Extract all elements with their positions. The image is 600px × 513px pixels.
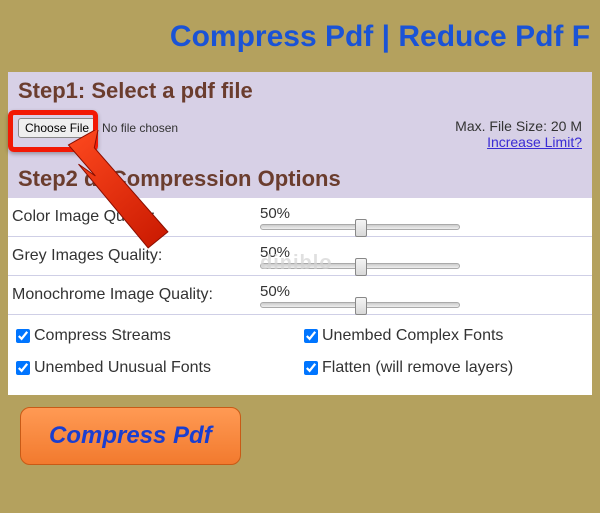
unembed-unusual-fonts-checkbox[interactable]: Unembed Unusual Fonts [16, 359, 296, 377]
checkbox-input[interactable] [304, 361, 318, 375]
checkbox-input[interactable] [304, 329, 318, 343]
slider-value: 50% [260, 283, 582, 300]
unembed-complex-fonts-checkbox[interactable]: Unembed Complex Fonts [304, 327, 584, 345]
checkbox-label: Compress Streams [34, 327, 171, 345]
flatten-checkbox[interactable]: Flatten (will remove layers) [304, 359, 584, 377]
color-quality-slider[interactable] [260, 224, 460, 230]
checkbox-input[interactable] [16, 361, 30, 375]
compress-streams-checkbox[interactable]: Compress Streams [16, 327, 296, 345]
checkbox-label: Unembed Unusual Fonts [34, 359, 211, 377]
slider-row: Color Image Qua ty: 50% [8, 198, 592, 237]
page-title: Compress Pdf | Reduce Pdf F [0, 0, 600, 72]
checkbox-label: Flatten (will remove layers) [322, 359, 513, 377]
grey-quality-slider[interactable] [260, 263, 460, 269]
step2-header: Step2 df Compression Options [8, 160, 592, 198]
slider-value: 50% [260, 244, 582, 261]
slider-row: Grey Images Quality: 50% [8, 237, 592, 276]
checkbox-input[interactable] [16, 329, 30, 343]
choose-file-button[interactable]: Choose File [18, 118, 96, 138]
checkbox-label: Unembed Complex Fonts [322, 327, 503, 345]
no-file-label: No file chosen [102, 121, 178, 135]
mono-quality-slider[interactable] [260, 302, 460, 308]
step1-header: Step1: Select a pdf file [8, 72, 592, 110]
slider-row: Monochrome Image Quality: 50% [8, 276, 592, 315]
step2-body: Color Image Qua ty: 50% Grey Images Qual… [8, 198, 592, 395]
step1-body: Choose File No file chosen Max. File Siz… [8, 110, 592, 160]
max-file-size-label: Max. File Size: 20 M [455, 118, 582, 134]
slider-label: Monochrome Image Quality: [12, 280, 260, 310]
slider-label: Color Image Qua ty: [12, 202, 260, 232]
slider-label: Grey Images Quality: [12, 241, 260, 271]
compress-pdf-button[interactable]: Compress Pdf [20, 407, 241, 465]
slider-value: 50% [260, 205, 582, 222]
increase-limit-link[interactable]: Increase Limit? [487, 134, 582, 150]
